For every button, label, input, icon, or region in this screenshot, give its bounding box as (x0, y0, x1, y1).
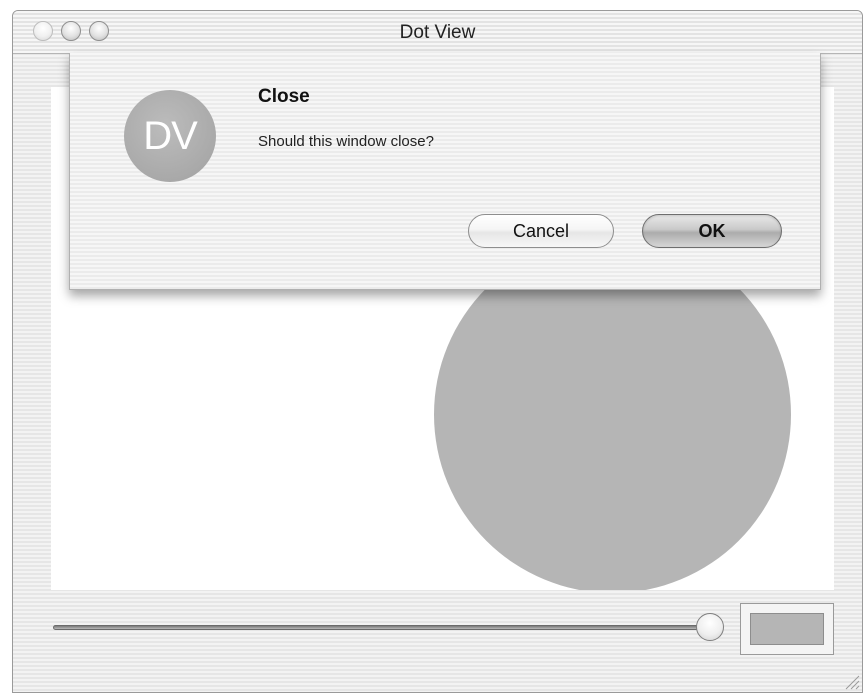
cancel-button[interactable]: Cancel (468, 214, 614, 248)
app-icon: DV (124, 90, 216, 182)
window-title: Dot View (399, 22, 476, 43)
title-bar[interactable]: Dot View (13, 11, 862, 54)
ok-button[interactable]: OK (642, 214, 782, 248)
resize-grip-icon[interactable] (842, 672, 860, 690)
close-confirmation-sheet: DV Close Should this window close? Cance… (69, 53, 821, 290)
color-well-swatch (750, 613, 824, 645)
sheet-title: Close (258, 86, 310, 107)
color-well[interactable] (740, 603, 834, 655)
size-slider-track[interactable] (53, 625, 718, 630)
size-slider-thumb[interactable] (696, 613, 724, 641)
sheet-message: Should this window close? (258, 133, 434, 150)
dot-view-window: Dot View DV Close Should this window clo… (12, 10, 863, 693)
